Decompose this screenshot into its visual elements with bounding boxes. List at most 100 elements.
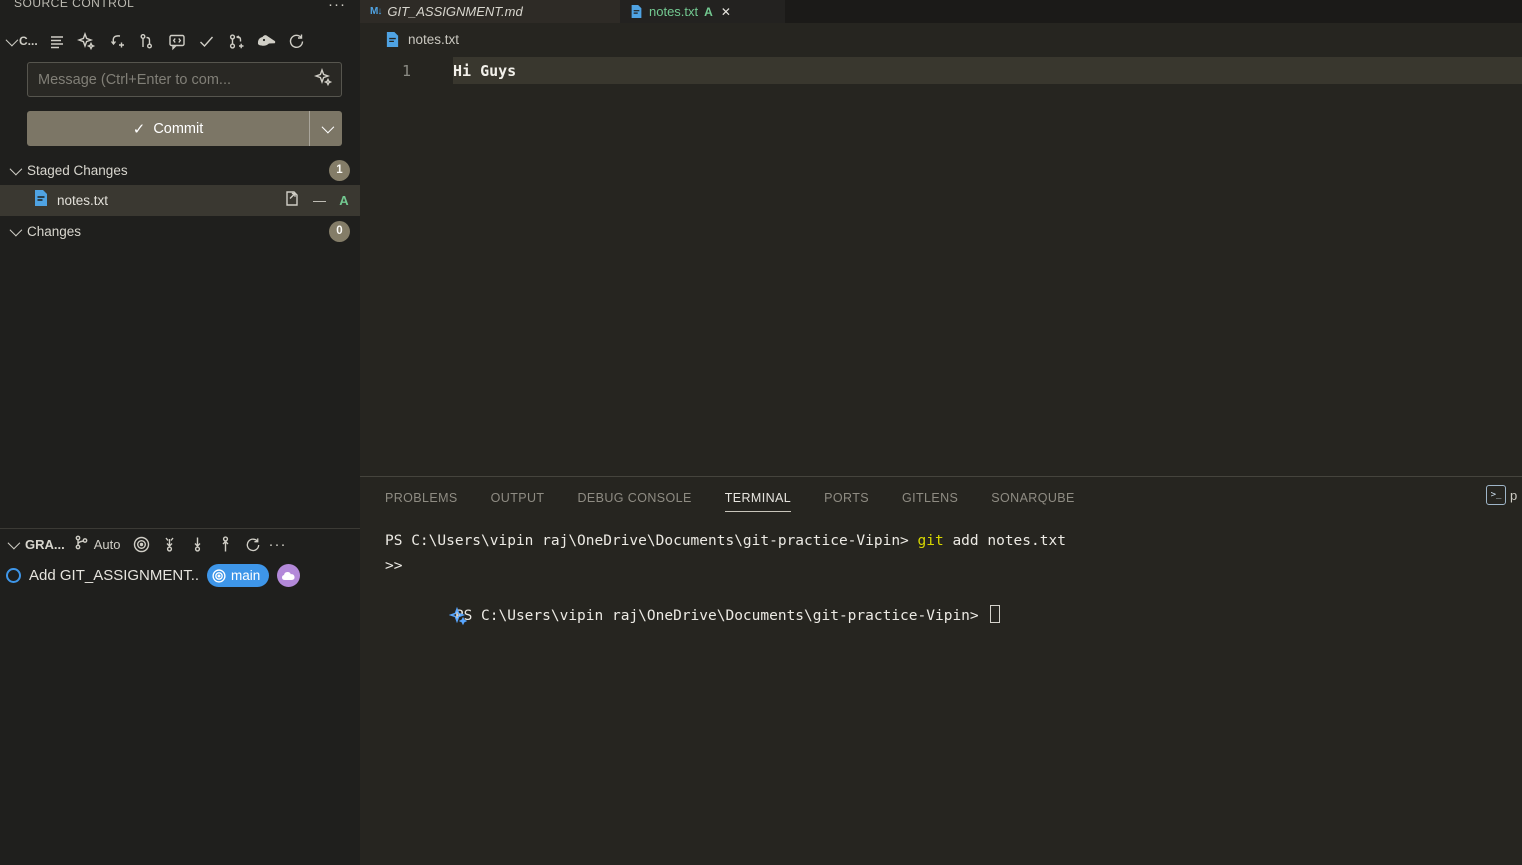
- tab-label: notes.txt: [649, 4, 698, 19]
- editor-area: M↓ GIT_ASSIGNMENT.md notes.txt A ✕ notes…: [360, 0, 1522, 476]
- commit-button[interactable]: ✓ Commit: [27, 111, 342, 146]
- line-number: 1: [360, 62, 453, 80]
- chevron-down-icon: [8, 537, 21, 550]
- check-icon: ✓: [133, 120, 146, 138]
- graph-commit-row[interactable]: Add GIT_ASSIGNMENT.... main: [0, 560, 360, 591]
- tab-sonarqube[interactable]: SONARQUBE: [991, 485, 1074, 511]
- terminal-shell-label[interactable]: p: [1510, 488, 1517, 503]
- sidebar-title-row: SOURCE CONTROL ···: [0, 0, 360, 12]
- commit-message-input[interactable]: Message (Ctrl+Enter to com...: [27, 62, 342, 97]
- create-pull-request-icon[interactable]: [224, 29, 250, 53]
- sparkle-icon[interactable]: [314, 68, 333, 92]
- graph-section-header[interactable]: GRA... Auto: [0, 529, 360, 560]
- changes-header[interactable]: Changes 0: [0, 216, 360, 246]
- tab-notes-txt[interactable]: notes.txt A ✕: [620, 0, 785, 23]
- terminal-continuation: >>: [385, 558, 402, 574]
- file-icon: [33, 189, 49, 212]
- close-icon[interactable]: ✕: [721, 5, 731, 19]
- branch-create-icon[interactable]: [104, 29, 130, 53]
- tab-label: GIT_ASSIGNMENT.md: [387, 4, 522, 19]
- git-status-badge: A: [338, 193, 350, 208]
- refresh-icon[interactable]: [284, 29, 310, 53]
- staged-file-row[interactable]: notes.txt — A: [0, 185, 360, 216]
- tab-debug-console[interactable]: DEBUG CONSOLE: [577, 485, 691, 511]
- terminal-command-args: add notes.txt: [944, 533, 1066, 549]
- gitkraken-icon[interactable]: [254, 29, 280, 53]
- code-line: 1 Hi Guys: [360, 57, 1522, 84]
- source-control-toolbar: C...: [6, 26, 354, 56]
- tab-problems[interactable]: PROBLEMS: [385, 485, 458, 511]
- branch-icon: [73, 534, 90, 556]
- staged-changes-label: Staged Changes: [27, 163, 329, 178]
- source-control-sidebar: SOURCE CONTROL ··· C...: [0, 0, 360, 865]
- terminal-prompt: PS C:\Users\vipin raj\OneDrive\Documents…: [455, 608, 988, 624]
- branch-badge[interactable]: main: [207, 564, 269, 587]
- code-text: Hi Guys: [453, 62, 516, 80]
- commit-message: Add GIT_ASSIGNMENT....: [29, 567, 199, 584]
- graph-title: GRA...: [25, 537, 65, 552]
- chevron-down-icon: [10, 223, 23, 236]
- pull-icon[interactable]: [184, 533, 210, 557]
- chevron-down-icon: [10, 162, 23, 175]
- commit-message-placeholder: Message (Ctrl+Enter to com...: [38, 72, 314, 88]
- refresh-icon[interactable]: [240, 533, 266, 557]
- copilot-sparkle-icon[interactable]: [74, 29, 100, 53]
- tab-output[interactable]: OUTPUT: [491, 485, 545, 511]
- terminal-command: git: [918, 533, 944, 549]
- vscode-window: SOURCE CONTROL ··· C...: [0, 0, 1522, 865]
- staged-changes-header[interactable]: Staged Changes 1: [0, 155, 360, 185]
- open-file-icon[interactable]: [283, 189, 301, 213]
- chevron-down-icon[interactable]: [6, 33, 19, 46]
- file-icon: [385, 31, 400, 48]
- tab-terminal[interactable]: TERMINAL: [725, 485, 791, 512]
- staged-count-badge: 1: [329, 160, 350, 181]
- push-icon[interactable]: [212, 533, 238, 557]
- comment-code-icon[interactable]: [164, 29, 190, 53]
- staged-file-name: notes.txt: [57, 193, 283, 208]
- graph-section: GRA... Auto: [0, 528, 360, 865]
- commit-button-label: Commit: [153, 121, 203, 137]
- panel-tab-bar: PROBLEMS OUTPUT DEBUG CONSOLE TERMINAL P…: [360, 477, 1522, 519]
- file-icon: [630, 4, 643, 19]
- chevron-down-icon: [321, 121, 334, 134]
- commit-button-main[interactable]: ✓ Commit: [27, 111, 309, 146]
- repo-label[interactable]: C...: [19, 34, 38, 48]
- editor-tab-strip: M↓ GIT_ASSIGNMENT.md notes.txt A ✕: [360, 0, 1522, 23]
- changes-label: Changes: [27, 224, 329, 239]
- file-row-actions: — A: [283, 189, 350, 213]
- breadcrumb-file: notes.txt: [408, 32, 459, 47]
- view-as-list-icon[interactable]: [44, 29, 70, 53]
- terminal-line: >>: [360, 554, 1522, 579]
- terminal-icon[interactable]: >_: [1486, 485, 1506, 505]
- current-line-highlight: [453, 57, 1522, 84]
- tab-git-assignment-md[interactable]: M↓ GIT_ASSIGNMENT.md: [360, 0, 620, 23]
- git-status-badge: A: [704, 5, 713, 19]
- code-editor[interactable]: 1 Hi Guys: [360, 55, 1522, 476]
- bottom-panel: PROBLEMS OUTPUT DEBUG CONSOLE TERMINAL P…: [360, 476, 1522, 865]
- graph-more-actions-icon[interactable]: ···: [268, 536, 286, 553]
- branch-name: main: [231, 568, 260, 583]
- terminal-prompt: PS C:\Users\vipin raj\OneDrive\Documents…: [385, 533, 918, 549]
- commit-graph-icon[interactable]: [134, 29, 160, 53]
- changes-count-badge: 0: [329, 221, 350, 242]
- terminal-line: PS C:\Users\vipin raj\OneDrive\Documents…: [360, 529, 1522, 554]
- commit-node-icon: [6, 568, 21, 583]
- tab-ports[interactable]: PORTS: [824, 485, 869, 511]
- fetch-icon[interactable]: [156, 533, 182, 557]
- panel-right-actions: >_ p: [1486, 485, 1522, 505]
- target-icon[interactable]: [128, 533, 154, 557]
- graph-auto-label[interactable]: Auto: [94, 537, 121, 552]
- more-actions-icon[interactable]: ···: [328, 0, 346, 12]
- terminal-line: PS C:\Users\vipin raj\OneDrive\Documents…: [360, 579, 1522, 604]
- commit-dropdown-button[interactable]: [309, 111, 342, 146]
- markdown-icon: M↓: [370, 6, 381, 17]
- tab-gitlens[interactable]: GITLENS: [902, 485, 958, 511]
- cloud-badge[interactable]: [277, 564, 300, 587]
- commit-check-icon[interactable]: [194, 29, 220, 53]
- copilot-sparkle-icon[interactable]: [362, 582, 468, 660]
- terminal-view[interactable]: PS C:\Users\vipin raj\OneDrive\Documents…: [360, 529, 1522, 865]
- unstage-changes-icon[interactable]: —: [313, 193, 326, 208]
- terminal-cursor: [990, 605, 1000, 623]
- sidebar-title: SOURCE CONTROL: [14, 0, 134, 12]
- breadcrumb[interactable]: notes.txt: [360, 23, 1522, 55]
